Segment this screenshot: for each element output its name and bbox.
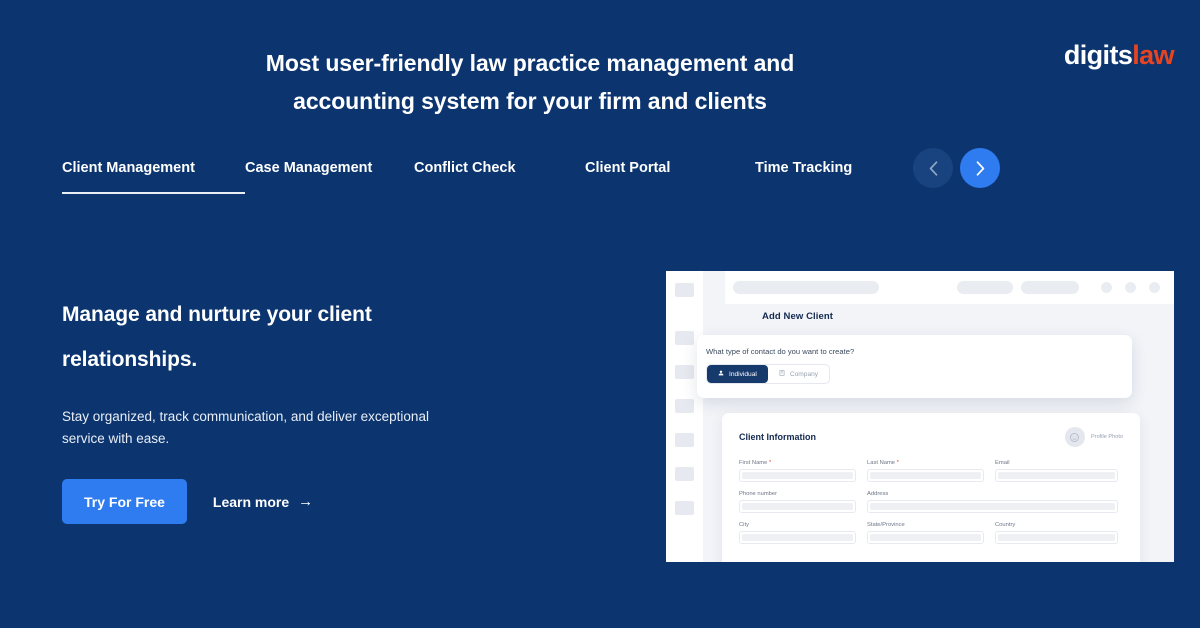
building-icon xyxy=(779,370,785,378)
form-row: Phone number Address xyxy=(739,491,1123,513)
country-input[interactable] xyxy=(995,531,1118,544)
field-country: Country xyxy=(995,522,1118,544)
client-information-heading: Client Information xyxy=(739,432,816,442)
tab-label: Time Tracking xyxy=(755,160,853,176)
city-input[interactable] xyxy=(739,531,856,544)
arrow-right-icon: → xyxy=(298,493,314,510)
tab-label: Case Management xyxy=(245,160,373,176)
brand-logo[interactable]: digitslaw xyxy=(1063,40,1175,70)
field-last-name: Last Name * xyxy=(867,460,984,482)
tab-client-management[interactable]: Client Management xyxy=(62,160,245,194)
field-label: City xyxy=(739,522,749,528)
email-field[interactable] xyxy=(995,469,1118,482)
avatar[interactable] xyxy=(1149,282,1160,293)
contact-type-option-company[interactable]: Company xyxy=(768,365,829,383)
first-name-input[interactable] xyxy=(739,469,856,482)
try-for-free-button[interactable]: Try For Free xyxy=(62,479,187,524)
field-email: Email xyxy=(995,460,1118,482)
carousel-prev-button[interactable] xyxy=(913,148,953,188)
mockup-page-title: Add New Client xyxy=(762,311,834,322)
field-label: Email xyxy=(995,460,1010,466)
sidebar-placeholder-item[interactable] xyxy=(675,399,694,413)
hero-page: digitslaw Most user-friendly law practic… xyxy=(0,0,1200,628)
hero-copy: Manage and nurture your client relations… xyxy=(62,292,532,450)
option-label: Company xyxy=(789,370,819,378)
sidebar-placeholder-item[interactable] xyxy=(675,365,694,379)
hero-title-line-1: Manage and nurture your client xyxy=(62,303,372,326)
field-address: Address xyxy=(867,491,1118,513)
tab-time-tracking[interactable]: Time Tracking xyxy=(755,160,852,194)
state-province-input[interactable] xyxy=(867,531,984,544)
last-name-input[interactable] xyxy=(867,469,984,482)
profile-photo-control[interactable]: Profile Photo xyxy=(1064,427,1123,447)
feature-tabs: Client Management Case Management Confli… xyxy=(62,160,852,194)
carousel-next-button[interactable] xyxy=(960,148,1000,188)
tab-label: Client Management xyxy=(62,160,195,176)
person-icon xyxy=(718,370,724,378)
page-headline: Most user-friendly law practice manageme… xyxy=(0,44,1060,120)
search-input[interactable] xyxy=(733,281,879,294)
logo-text-digits: digits xyxy=(1063,40,1133,70)
hero-sub-line-1: Stay organized, track communication, and… xyxy=(62,409,429,424)
profile-photo-label: Profile Photo xyxy=(1090,434,1123,440)
topbar-button-a[interactable] xyxy=(957,281,1013,294)
field-label: State/Province xyxy=(867,522,905,528)
field-label: Address xyxy=(867,491,889,497)
topbar-button-b[interactable] xyxy=(1021,281,1079,294)
headline-line-2: accounting system for your firm and clie… xyxy=(293,88,767,114)
field-city: City xyxy=(739,522,856,544)
field-label: Last Name * xyxy=(867,460,899,466)
sidebar-placeholder-item[interactable] xyxy=(675,331,694,345)
topbar-icon-group xyxy=(1101,282,1160,293)
field-state-province: State/Province xyxy=(867,522,984,544)
learn-more-label: Learn more xyxy=(212,493,290,510)
contact-type-segmented-control: Individual Company xyxy=(706,364,831,384)
learn-more-link[interactable]: Learn more → xyxy=(213,494,313,510)
carousel-controls xyxy=(913,148,1000,188)
contact-type-card: What type of contact do you want to crea… xyxy=(697,335,1132,398)
hero-title-line-2: relationships. xyxy=(62,348,198,371)
field-label: First Name * xyxy=(739,460,772,466)
contact-type-question: What type of contact do you want to crea… xyxy=(706,347,855,356)
tab-case-management[interactable]: Case Management xyxy=(245,160,414,194)
sidebar-placeholder-item[interactable] xyxy=(675,467,694,481)
form-row: City State/Province Country xyxy=(739,522,1123,544)
sidebar-placeholder-item[interactable] xyxy=(675,433,694,447)
hero-subtitle: Stay organized, track communication, and… xyxy=(62,406,532,450)
mockup-topbar xyxy=(725,271,1174,304)
client-card-header: Client Information Profile Photo xyxy=(739,427,1123,447)
chevron-left-icon xyxy=(929,160,938,176)
field-label: Country xyxy=(995,522,1016,528)
avatar xyxy=(1064,427,1085,447)
hero-sub-line-2: service with ease. xyxy=(62,431,170,446)
tab-label: Client Portal xyxy=(585,160,671,176)
headline-line-1: Most user-friendly law practice manageme… xyxy=(265,50,795,76)
client-information-card: Client Information Profile Photo First N… xyxy=(722,413,1140,562)
contact-type-option-individual[interactable]: Individual xyxy=(707,365,768,383)
tab-label: Conflict Check xyxy=(414,160,516,176)
phone-number-input[interactable] xyxy=(739,500,856,513)
field-label: Phone number xyxy=(739,491,778,497)
mockup-sidebar xyxy=(666,271,703,562)
tab-client-portal[interactable]: Client Portal xyxy=(585,160,755,194)
sidebar-placeholder-item[interactable] xyxy=(675,283,694,297)
hero-title: Manage and nurture your client relations… xyxy=(62,292,532,382)
field-first-name: First Name * xyxy=(739,460,856,482)
topbar-icon[interactable] xyxy=(1101,282,1112,293)
tab-conflict-check[interactable]: Conflict Check xyxy=(414,160,585,194)
address-input[interactable] xyxy=(867,500,1118,513)
field-phone-number: Phone number xyxy=(739,491,856,513)
logo-text-law: law xyxy=(1132,40,1174,70)
topbar-icon[interactable] xyxy=(1125,282,1136,293)
option-label: Individual xyxy=(729,370,757,378)
sidebar-placeholder-item[interactable] xyxy=(675,501,694,515)
app-screenshot-mockup: Add New Client What type of contact do y… xyxy=(666,271,1174,562)
chevron-right-icon xyxy=(976,160,985,176)
cta-row: Try For Free Learn more → xyxy=(62,479,313,524)
form-row: First Name * Last Name * Email xyxy=(739,460,1123,482)
